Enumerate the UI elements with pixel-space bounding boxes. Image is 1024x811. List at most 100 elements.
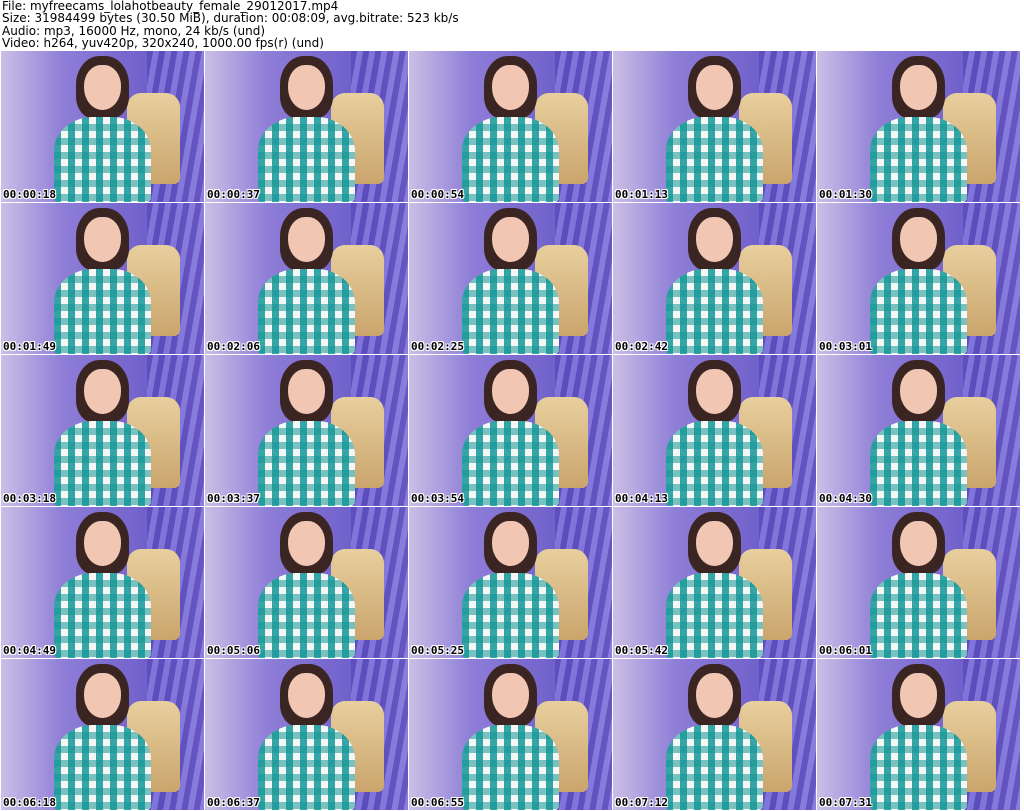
frame-shirt: [257, 117, 356, 202]
frame-face: [492, 672, 529, 718]
frame-shirt: [53, 269, 152, 354]
frame-shirt: [869, 573, 968, 658]
frame-face: [84, 672, 121, 718]
frame-timestamp: 00:06:01: [819, 644, 872, 657]
file-size-line: Size: 31984499 bytes (30.50 MiB), durati…: [2, 11, 459, 26]
frame-shirt: [53, 421, 152, 506]
frame-face: [900, 368, 937, 414]
frame-shirt: [53, 573, 152, 658]
frame-timestamp: 00:03:54: [411, 492, 464, 505]
frame-shirt: [665, 725, 764, 810]
frame-face: [492, 368, 529, 414]
frame-shirt: [257, 421, 356, 506]
video-frame-thumbnail: 00:02:42: [613, 203, 816, 354]
frame-face: [900, 520, 937, 566]
frame-shirt: [665, 421, 764, 506]
frame-timestamp: 00:01:13: [615, 188, 668, 201]
frame-timestamp: 00:00:18: [3, 188, 56, 201]
frame-shirt: [257, 269, 356, 354]
video-frame-thumbnail: 00:06:01: [817, 507, 1020, 658]
frame-shirt: [869, 725, 968, 810]
frame-timestamp: 00:03:18: [3, 492, 56, 505]
frame-face: [492, 216, 529, 262]
frame-face: [288, 672, 325, 718]
frame-timestamp: 00:04:49: [3, 644, 56, 657]
video-frame-thumbnail: 00:05:42: [613, 507, 816, 658]
frame-timestamp: 00:03:01: [819, 340, 872, 353]
frame-timestamp: 00:02:25: [411, 340, 464, 353]
frame-timestamp: 00:00:54: [411, 188, 464, 201]
frame-face: [288, 368, 325, 414]
frame-face: [696, 520, 733, 566]
frame-face: [900, 672, 937, 718]
frame-shirt: [461, 269, 560, 354]
frame-face: [84, 216, 121, 262]
video-frame-thumbnail: 00:05:25: [409, 507, 612, 658]
video-frame-thumbnail: 00:07:31: [817, 659, 1020, 810]
frame-face: [84, 368, 121, 414]
frame-timestamp: 00:05:25: [411, 644, 464, 657]
frame-shirt: [869, 117, 968, 202]
frame-shirt: [461, 573, 560, 658]
frame-face: [288, 216, 325, 262]
frame-timestamp: 00:04:13: [615, 492, 668, 505]
video-frame-thumbnail: 00:01:30: [817, 51, 1020, 202]
frame-timestamp: 00:05:06: [207, 644, 260, 657]
frame-shirt: [257, 573, 356, 658]
frame-shirt: [869, 269, 968, 354]
frame-shirt: [53, 725, 152, 810]
frame-timestamp: 00:05:42: [615, 644, 668, 657]
frame-face: [696, 368, 733, 414]
frame-face: [84, 520, 121, 566]
frame-shirt: [461, 725, 560, 810]
frame-face: [492, 64, 529, 110]
frame-timestamp: 00:06:55: [411, 796, 464, 809]
video-frame-thumbnail: 00:06:55: [409, 659, 612, 810]
video-frame-thumbnail: 00:03:37: [205, 355, 408, 506]
video-frame-thumbnail: 00:00:54: [409, 51, 612, 202]
frame-timestamp: 00:01:30: [819, 188, 872, 201]
frame-timestamp: 00:06:18: [3, 796, 56, 809]
frame-timestamp: 00:02:06: [207, 340, 260, 353]
video-frame-thumbnail: 00:05:06: [205, 507, 408, 658]
frame-face: [288, 64, 325, 110]
video-frame-thumbnail: 00:03:18: [1, 355, 204, 506]
video-frame-thumbnail: 00:04:49: [1, 507, 204, 658]
video-frame-thumbnail: 00:04:13: [613, 355, 816, 506]
video-frame-thumbnail: 00:01:13: [613, 51, 816, 202]
frame-face: [84, 64, 121, 110]
video-frame-thumbnail: 00:03:54: [409, 355, 612, 506]
frame-shirt: [665, 269, 764, 354]
video-frame-thumbnail: 00:03:01: [817, 203, 1020, 354]
frame-shirt: [461, 117, 560, 202]
frame-face: [696, 64, 733, 110]
frame-shirt: [53, 117, 152, 202]
frame-shirt: [665, 573, 764, 658]
video-frame-thumbnail: 00:04:30: [817, 355, 1020, 506]
frame-timestamp: 00:02:42: [615, 340, 668, 353]
video-frame-thumbnail: 00:01:49: [1, 203, 204, 354]
frame-face: [492, 520, 529, 566]
thumbnail-grid: 00:00:18 00:00:37 00:00:54 00:01:13 00:01:30…: [1, 51, 1023, 810]
frame-timestamp: 00:01:49: [3, 340, 56, 353]
frame-face: [900, 64, 937, 110]
frame-shirt: [869, 421, 968, 506]
file-info-header: File: myfreecams_lolahotbeauty_female_29…: [2, 0, 1022, 50]
frame-timestamp: 00:03:37: [207, 492, 260, 505]
video-info-line: Video: h264, yuv420p, 320x240, 1000.00 f…: [2, 35, 324, 50]
frame-shirt: [461, 421, 560, 506]
frame-timestamp: 00:06:37: [207, 796, 260, 809]
frame-timestamp: 00:07:31: [819, 796, 872, 809]
frame-face: [900, 216, 937, 262]
frame-timestamp: 00:00:37: [207, 188, 260, 201]
video-frame-thumbnail: 00:00:37: [205, 51, 408, 202]
frame-face: [696, 216, 733, 262]
frame-face: [696, 672, 733, 718]
frame-shirt: [665, 117, 764, 202]
frame-timestamp: 00:07:12: [615, 796, 668, 809]
frame-shirt: [257, 725, 356, 810]
frame-face: [288, 520, 325, 566]
video-frame-thumbnail: 00:06:37: [205, 659, 408, 810]
video-frame-thumbnail: 00:00:18: [1, 51, 204, 202]
video-frame-thumbnail: 00:06:18: [1, 659, 204, 810]
